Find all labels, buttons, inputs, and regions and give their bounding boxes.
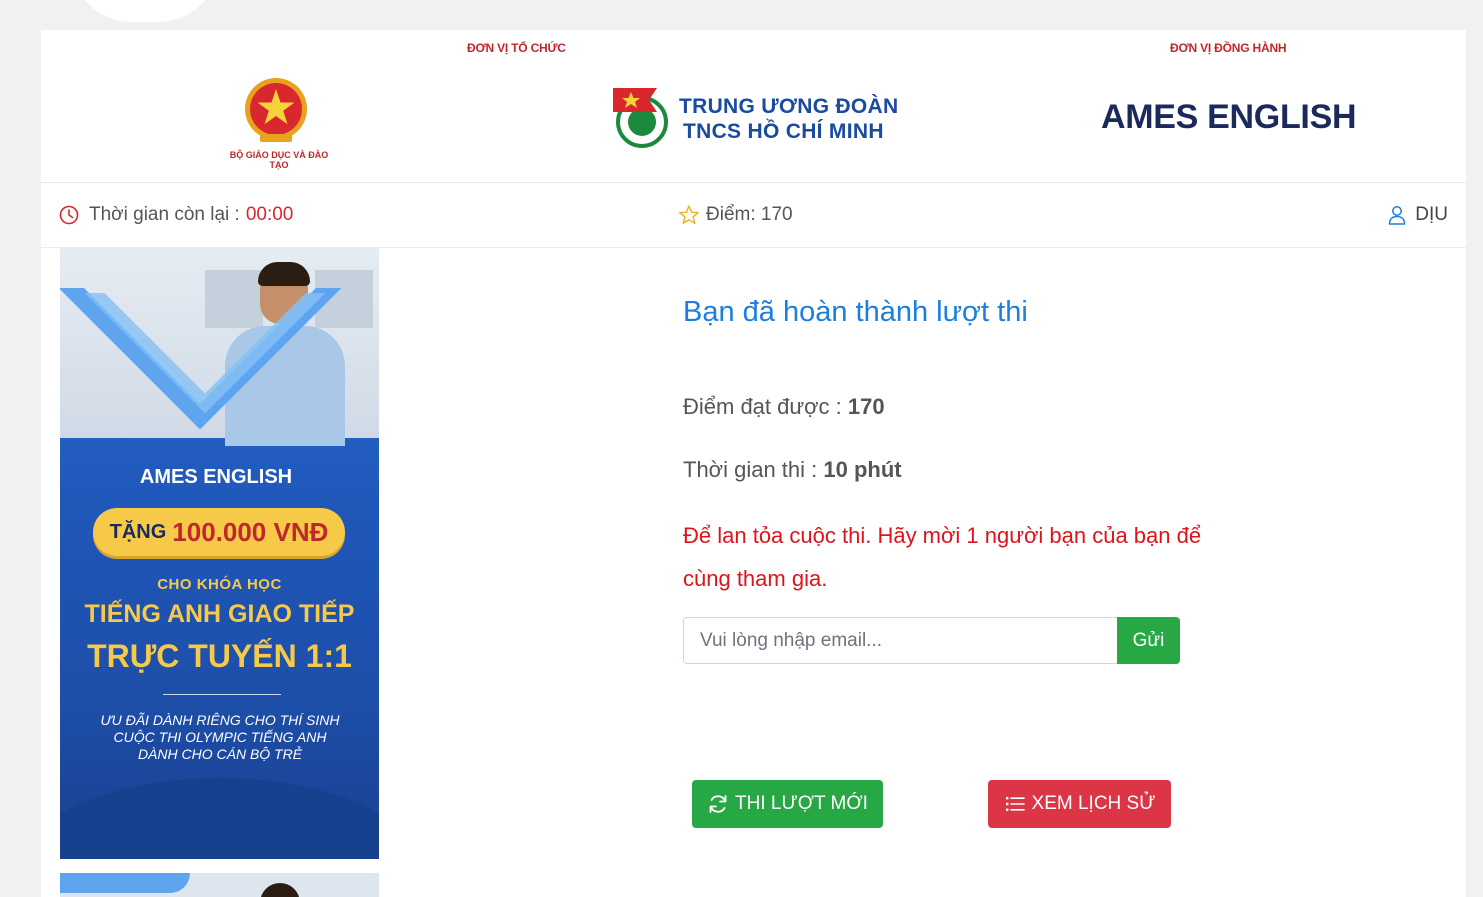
banner-offer: ƯU ĐÃI DÀNH RIÊNG CHO THÍ SINH CUỘC THI … bbox=[100, 712, 340, 762]
result-title: Bạn đã hoàn thành lượt thi bbox=[683, 296, 1028, 328]
history-button[interactable]: XEM LỊCH SỬ bbox=[988, 780, 1171, 828]
list-icon bbox=[1005, 797, 1025, 811]
gift-badge: TẶNG 100.000 VNĐ bbox=[93, 508, 345, 556]
result-score-value: 170 bbox=[847, 394, 885, 419]
page-card: ĐƠN VỊ TỔ CHỨC ĐƠN VỊ ĐỒNG HÀNH BỘ GIÁO … bbox=[41, 30, 1466, 897]
score-label: Điểm: 170 bbox=[706, 204, 793, 225]
banner-for-course: CHO KHÓA HỌC bbox=[157, 576, 282, 593]
user-icon bbox=[1389, 206, 1406, 225]
send-button[interactable]: Gửi bbox=[1117, 617, 1180, 664]
clock-icon bbox=[59, 205, 79, 225]
result-score-label: Điểm đạt được : bbox=[683, 394, 842, 419]
promo-banner[interactable]: AMES ENGLISH TẶNG 100.000 VNĐ CHO KHÓA H… bbox=[60, 248, 379, 859]
gift-amount: 100.000 VNĐ bbox=[172, 516, 329, 547]
result-score: Điểm đạt được : 170 bbox=[683, 394, 885, 420]
result-time: Thời gian thi : 10 phút bbox=[683, 457, 902, 483]
organizer-label: ĐƠN VỊ TỔ CHỨC bbox=[467, 41, 566, 55]
star-icon bbox=[678, 205, 700, 225]
companion-label: ĐƠN VỊ ĐỒNG HÀNH bbox=[1170, 41, 1287, 55]
banner-course-line2: TRỰC TUYẾN 1:1 bbox=[87, 638, 352, 674]
doan-text: TRUNG ƯƠNG ĐOÀN TNCS HỒ CHÍ MINH bbox=[679, 94, 899, 144]
ames-english-logo: AMES ENGLISH bbox=[1101, 98, 1357, 136]
doan-line1: TRUNG ƯƠNG ĐOÀN bbox=[679, 95, 899, 118]
invite-form: Gửi bbox=[683, 617, 1180, 664]
invite-message: Để lan tỏa cuộc thi. Hãy mời 1 người bạn… bbox=[683, 523, 1202, 591]
moet-logo: BỘ GIÁO DỤC VÀ ĐÀO TẠO bbox=[224, 76, 334, 170]
timer-label: Thời gian còn lại : bbox=[89, 204, 240, 225]
user-menu[interactable]: DỊU bbox=[1387, 204, 1448, 226]
moet-caption: BỘ GIÁO DỤC VÀ ĐÀO TẠO bbox=[229, 150, 329, 170]
username: DỊU bbox=[1415, 204, 1448, 225]
score: Điểm: 170 bbox=[678, 204, 793, 226]
result-time-value: 10 phút bbox=[823, 457, 902, 482]
banner-divider bbox=[163, 694, 281, 695]
youth-union-emblem-icon bbox=[613, 88, 668, 148]
banner-brand: AMES ENGLISH bbox=[139, 466, 293, 488]
doan-line2: TNCS HỒ CHÍ MINH bbox=[683, 120, 884, 143]
refresh-icon bbox=[709, 795, 727, 813]
national-emblem-icon bbox=[245, 78, 307, 142]
email-input[interactable] bbox=[683, 617, 1117, 664]
banner-course-line1: TIẾNG ANH GIAO TIẾP bbox=[84, 600, 355, 628]
new-attempt-button[interactable]: THI LƯỢT MỚI bbox=[692, 780, 883, 828]
gift-prefix: TẶNG bbox=[109, 520, 167, 543]
status-bar: Thời gian còn lại : 00:00 Điểm: 170 DỊU bbox=[41, 184, 1466, 248]
timer-value: 00:00 bbox=[245, 204, 294, 225]
sponsor-bar: ĐƠN VỊ TỔ CHỨC ĐƠN VỊ ĐỒNG HÀNH BỘ GIÁO … bbox=[41, 30, 1466, 183]
new-attempt-label: THI LƯỢT MỚI bbox=[735, 793, 868, 814]
timer: Thời gian còn lại : 00:00 bbox=[59, 204, 293, 226]
promo-banner-2[interactable] bbox=[60, 873, 379, 897]
top-logo-fragment bbox=[70, 0, 220, 22]
doan-logo: TRUNG ƯƠNG ĐOÀN TNCS HỒ CHÍ MINH bbox=[609, 82, 909, 152]
history-label: XEM LỊCH SỬ bbox=[1031, 793, 1156, 814]
result-time-label: Thời gian thi : bbox=[683, 457, 818, 482]
